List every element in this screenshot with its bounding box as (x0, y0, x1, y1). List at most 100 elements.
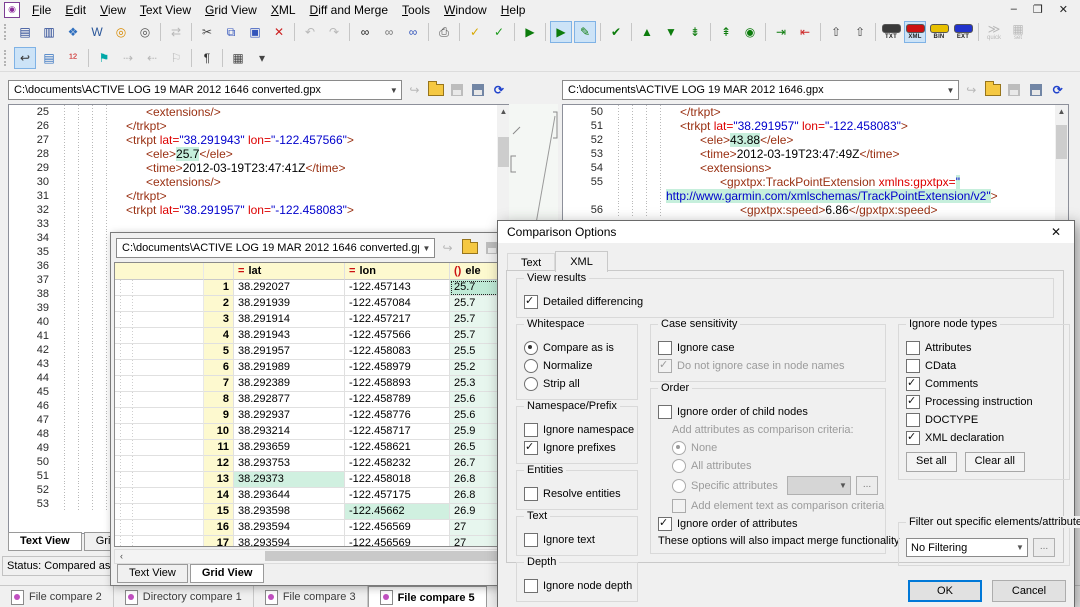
row-number[interactable]: 7 (204, 376, 234, 392)
row-number[interactable]: 1 (204, 280, 234, 296)
filter-combo[interactable]: No Filtering▼ (906, 538, 1028, 557)
edit-filter-button[interactable]: ... (1033, 538, 1055, 557)
scroll-left-arrow[interactable]: ‹ (115, 550, 128, 563)
checkbox-input[interactable] (658, 341, 672, 355)
grid-window-tab-text-view[interactable]: Text View (117, 564, 188, 583)
open-file-left-icon[interactable]: ⇧ (825, 21, 847, 43)
set-all-button[interactable]: Set all (906, 452, 957, 472)
row-number[interactable]: 13 (204, 472, 234, 488)
row-number[interactable]: 14 (204, 488, 234, 504)
comparison-tab-directory-compare-1[interactable]: Directory compare 1 (114, 586, 254, 607)
checkbox-input[interactable] (906, 341, 920, 355)
merge-right-icon[interactable]: ⇥ (770, 21, 792, 43)
cell-lon[interactable]: -122.458018 (345, 472, 450, 488)
compare-db-data-icon[interactable]: ◎ (110, 21, 132, 43)
row-number[interactable]: 4 (204, 328, 234, 344)
checkbox-input[interactable] (906, 359, 920, 373)
checkbox-input[interactable] (658, 405, 672, 419)
checkbox-input[interactable] (658, 517, 672, 531)
radio-input[interactable] (524, 341, 538, 355)
reload-file-button[interactable]: ⟳ (1048, 81, 1067, 99)
previous-difference-icon[interactable]: ▲ (636, 21, 658, 43)
radio-input[interactable] (524, 359, 538, 373)
scrollbar-thumb[interactable] (498, 137, 509, 167)
pretty-print-xml-icon[interactable]: ▤ (38, 47, 60, 69)
menu-help[interactable]: Help (494, 2, 533, 18)
find-icon[interactable]: ∞ (354, 21, 376, 43)
compare-directories-filter-icon[interactable]: ❖ (62, 21, 84, 43)
row-number[interactable]: 15 (204, 504, 234, 520)
first-difference-icon[interactable]: ⇞ (715, 21, 737, 43)
cell-lat[interactable]: 38.292027 (234, 280, 345, 296)
menu-file[interactable]: File (25, 2, 58, 18)
start-comparison-icon[interactable]: ▶ (519, 21, 541, 43)
open-file-button[interactable] (984, 81, 1003, 99)
cell-lon[interactable]: -122.458979 (345, 360, 450, 376)
merge-left-icon[interactable]: ⇤ (794, 21, 816, 43)
print-icon[interactable]: ⎙ (433, 21, 455, 43)
insert-bookmark-icon[interactable]: ⚑ (93, 47, 115, 69)
row-number[interactable]: 6 (204, 360, 234, 376)
cell-lon[interactable]: -122.456569 (345, 520, 450, 536)
compare-while-editing-icon[interactable]: ✎ (574, 21, 596, 43)
cell-lat[interactable]: 38.293594 (234, 520, 345, 536)
cell-lat[interactable]: 38.292877 (234, 392, 345, 408)
menu-edit[interactable]: Edit (58, 2, 93, 18)
cell-lon[interactable]: -122.458893 (345, 376, 450, 392)
close-button[interactable]: ✕ (1059, 3, 1068, 16)
row-number[interactable]: 5 (204, 344, 234, 360)
scroll-up-arrow[interactable]: ▲ (1055, 105, 1068, 118)
checkbox-input[interactable] (906, 377, 920, 391)
compare-directories-icon[interactable]: ▥ (38, 21, 60, 43)
comparison-tab-file-compare-2[interactable]: File compare 2 (0, 586, 114, 607)
save-file-as-button[interactable] (1027, 81, 1046, 99)
cancel-button[interactable]: Cancel (992, 580, 1066, 602)
cell-lat[interactable]: 38.292937 (234, 408, 345, 424)
cell-lat[interactable]: 38.292389 (234, 376, 345, 392)
ok-button[interactable]: OK (908, 580, 982, 602)
cell-lat[interactable]: 38.29373 (234, 472, 345, 488)
row-number[interactable]: 3 (204, 312, 234, 328)
compare-now-icon[interactable]: ✔ (605, 21, 627, 43)
toolbar-grip[interactable] (4, 50, 9, 66)
cell-lon[interactable]: -122.458621 (345, 440, 450, 456)
reload-file-button[interactable]: ⟳ (490, 81, 508, 99)
grid-view-window[interactable]: C:\documents\ACTIVE LOG 19 MAR 2012 1646… (110, 232, 532, 586)
chevron-down-icon[interactable]: ▼ (419, 244, 434, 253)
mode-ext-icon[interactable]: EXT (952, 21, 974, 43)
grid-file-path-combo[interactable]: C:\documents\ACTIVE LOG 19 MAR 2012 1646… (116, 238, 435, 258)
toolbar-overflow-icon[interactable]: ▾ (251, 47, 273, 69)
menu-window[interactable]: Window (437, 2, 494, 18)
chevron-down-icon[interactable]: ▼ (386, 86, 401, 95)
cell-lat[interactable]: 38.293659 (234, 440, 345, 456)
left-pane-tab-text-view[interactable]: Text View (8, 532, 82, 551)
open-file-button[interactable] (460, 239, 479, 257)
checkbox-input[interactable] (524, 441, 538, 455)
close-icon[interactable]: ✕ (1038, 225, 1074, 239)
checkbox-input[interactable] (524, 533, 538, 547)
checkbox-input[interactable] (906, 395, 920, 409)
cell-lon[interactable]: -122.458083 (345, 344, 450, 360)
cell-lat[interactable]: 38.293753 (234, 456, 345, 472)
column-header-lon[interactable]: =lon (345, 263, 450, 280)
cell-lat[interactable]: 38.291989 (234, 360, 345, 376)
open-file-right-icon[interactable]: ⇧ (849, 21, 871, 43)
row-number[interactable]: 10 (204, 424, 234, 440)
autostart-comparison-icon[interactable]: ▶ (550, 21, 572, 43)
cell-lat[interactable]: 38.293644 (234, 488, 345, 504)
radio-input[interactable] (524, 377, 538, 391)
menu-text-view[interactable]: Text View (133, 2, 198, 18)
mode-bin-icon[interactable]: BIN (928, 21, 950, 43)
grid-window-tab-grid-view[interactable]: Grid View (190, 564, 265, 583)
cell-lon[interactable]: -122.456569 (345, 536, 450, 547)
checkbox-input[interactable] (524, 423, 538, 437)
cell-lon[interactable]: -122.458776 (345, 408, 450, 424)
cell-lon[interactable]: -122.457084 (345, 296, 450, 312)
word-wrap-icon[interactable]: ↩ (14, 47, 36, 69)
mode-xml-icon[interactable]: XML (904, 21, 926, 43)
menu-xml[interactable]: XML (264, 2, 303, 18)
cell-lon[interactable]: -122.457566 (345, 328, 450, 344)
checkbox-input[interactable] (524, 295, 538, 309)
row-number[interactable]: 2 (204, 296, 234, 312)
cell-lon[interactable]: -122.457143 (345, 280, 450, 296)
